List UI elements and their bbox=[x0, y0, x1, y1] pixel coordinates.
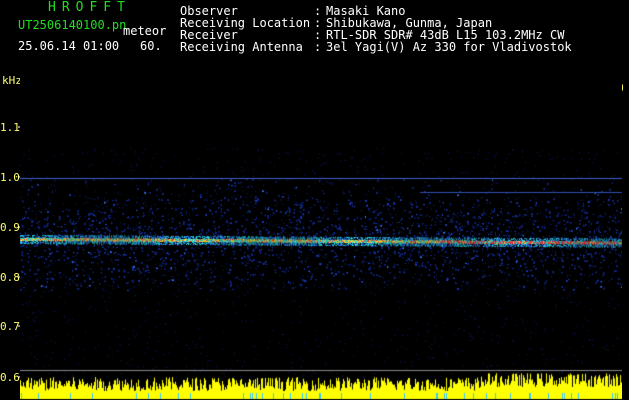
y-tick-label: 1.1 bbox=[0, 121, 20, 134]
y-tick-label: 0.9 bbox=[0, 221, 20, 234]
y-tick-label: 0.6 bbox=[0, 371, 20, 384]
y-unit-label: kHz bbox=[2, 74, 22, 87]
y-tick-label: 0.8 bbox=[0, 271, 20, 284]
spectrogram bbox=[20, 78, 622, 400]
y-tick-label: 0.7 bbox=[0, 320, 20, 333]
y-tick-label: 1.0 bbox=[0, 171, 20, 184]
